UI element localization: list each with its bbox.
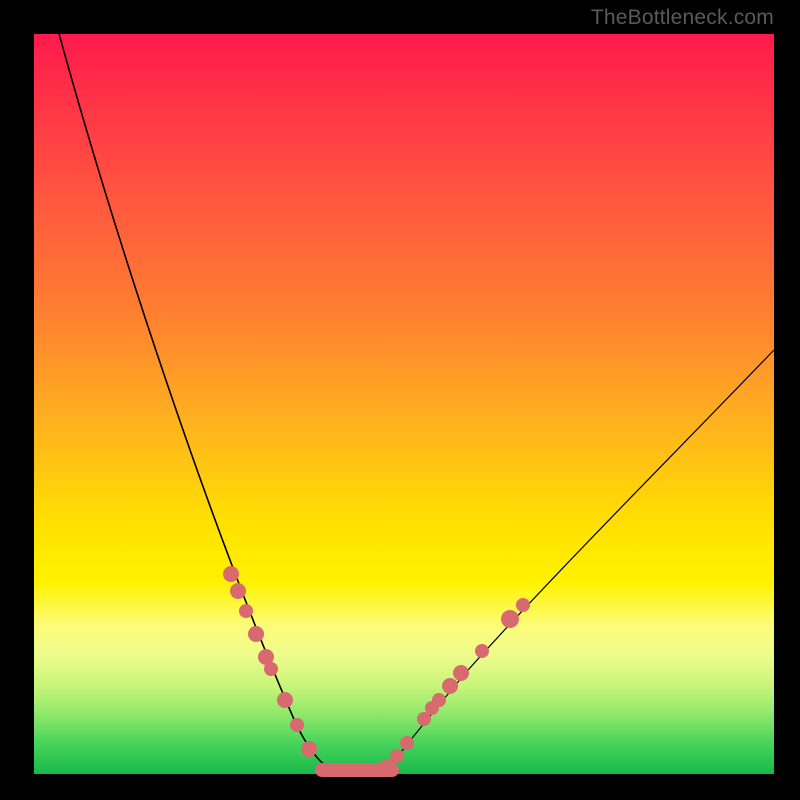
curve-layer (34, 34, 774, 774)
data-dot (453, 665, 469, 681)
chart-frame: TheBottleneck.com (0, 0, 800, 800)
dot-group (223, 566, 530, 775)
data-dot (230, 583, 246, 599)
data-dot (277, 692, 293, 708)
right-curve (385, 350, 774, 772)
data-dot (264, 662, 278, 676)
data-dot (432, 693, 446, 707)
data-dot (301, 741, 317, 757)
data-dot (290, 718, 304, 732)
data-dot (239, 604, 253, 618)
data-dot (400, 736, 414, 750)
data-dot (501, 610, 519, 628)
data-dot (442, 678, 458, 694)
data-dot (390, 749, 404, 763)
data-dot (248, 626, 264, 642)
data-dot (223, 566, 239, 582)
data-dot (475, 644, 489, 658)
data-dot (516, 598, 530, 612)
left-curve (58, 30, 341, 774)
plot-area (34, 34, 774, 774)
watermark-text: TheBottleneck.com (591, 6, 774, 30)
